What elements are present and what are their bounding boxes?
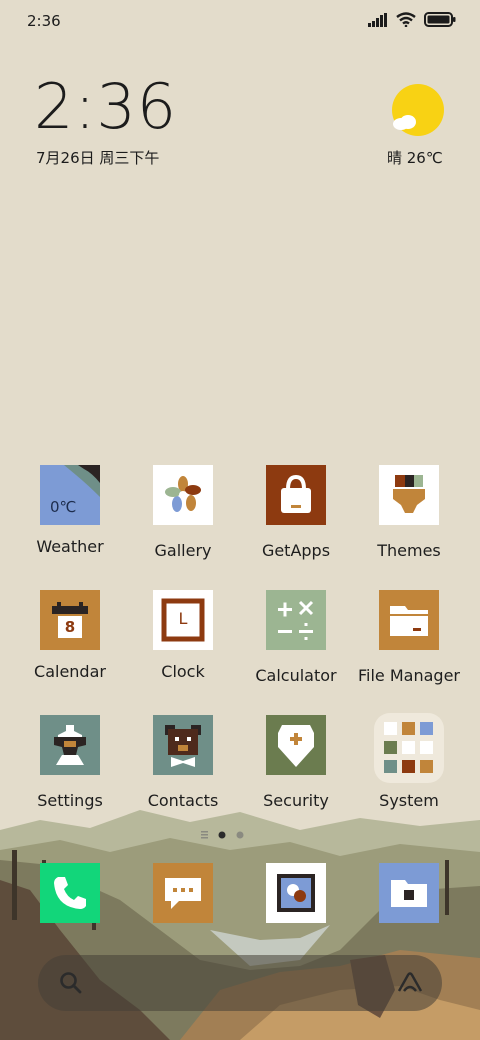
status-icons: [368, 12, 456, 27]
app-security[interactable]: Security: [241, 715, 351, 810]
menu-lines-icon: [201, 831, 208, 839]
app-label: Weather: [36, 537, 104, 556]
cloud-icon: [393, 115, 416, 130]
wifi-icon: [396, 12, 416, 27]
status-bar: 2:36: [0, 0, 480, 42]
messages-icon: [153, 863, 213, 923]
app-label: Settings: [37, 791, 103, 810]
folder-icon: [374, 713, 444, 783]
search-icon: [60, 972, 82, 994]
page-indicators[interactable]: [0, 828, 480, 842]
app-gallery[interactable]: Gallery: [128, 465, 238, 560]
app-calculator[interactable]: Calculator: [241, 590, 351, 685]
browser-icon: [379, 863, 439, 923]
app-file-manager[interactable]: File Manager: [354, 590, 464, 685]
themes-icon: [379, 465, 439, 525]
security-icon: [266, 715, 326, 775]
app-settings[interactable]: Settings: [15, 715, 125, 810]
phone-icon: [40, 863, 100, 923]
page-dot-active: [218, 831, 226, 839]
app-label: Contacts: [147, 791, 219, 810]
app-clock[interactable]: L Clock: [128, 590, 238, 681]
app-label: Clock: [161, 662, 205, 681]
calculator-icon: [266, 590, 326, 650]
app-label: File Manager: [358, 666, 460, 685]
getapps-icon: [266, 465, 326, 525]
weather-icon: 0℃: [40, 465, 100, 525]
search-bar[interactable]: [38, 955, 442, 1011]
app-label: System: [379, 791, 439, 810]
app-system-folder[interactable]: System: [354, 713, 464, 810]
calendar-icon-day: 8: [64, 618, 76, 636]
app-label: Security: [263, 791, 329, 810]
calendar-icon: 8: [40, 590, 100, 650]
settings-icon: [40, 715, 100, 775]
clock-icon-hands: L: [178, 609, 188, 628]
app-themes[interactable]: Themes: [354, 465, 464, 560]
camera-icon: [266, 863, 326, 923]
app-label: Gallery: [154, 541, 212, 560]
status-time: 2:36: [27, 12, 61, 30]
app-label: Calendar: [34, 662, 106, 681]
app-weather[interactable]: 0℃ Weather: [15, 465, 125, 556]
clock-icon: L: [153, 590, 213, 650]
app-label: Calculator: [255, 666, 337, 685]
app-label: Themes: [377, 541, 441, 560]
page-dot: [236, 831, 244, 839]
clock-widget-date: 7月26日 周三下午: [36, 149, 160, 167]
clock-widget-time[interactable]: 2:36: [34, 76, 177, 138]
gallery-icon: [153, 465, 213, 525]
contacts-icon: [153, 715, 213, 775]
dock-browser[interactable]: [379, 863, 439, 923]
dock-phone[interactable]: [40, 863, 100, 923]
weather-icon-temp: 0℃: [50, 498, 77, 516]
dock-messages[interactable]: [153, 863, 213, 923]
assistant-icon[interactable]: [396, 971, 424, 995]
file-manager-icon: [379, 590, 439, 650]
dock-camera[interactable]: [266, 863, 326, 923]
app-label: GetApps: [261, 541, 331, 560]
signal-icon: [368, 12, 387, 27]
app-calendar[interactable]: 8 Calendar: [15, 590, 125, 681]
app-getapps[interactable]: GetApps: [241, 465, 351, 560]
app-contacts[interactable]: Contacts: [128, 715, 238, 810]
weather-condition-temp: 晴 26℃: [387, 149, 443, 167]
battery-icon: [424, 12, 456, 27]
